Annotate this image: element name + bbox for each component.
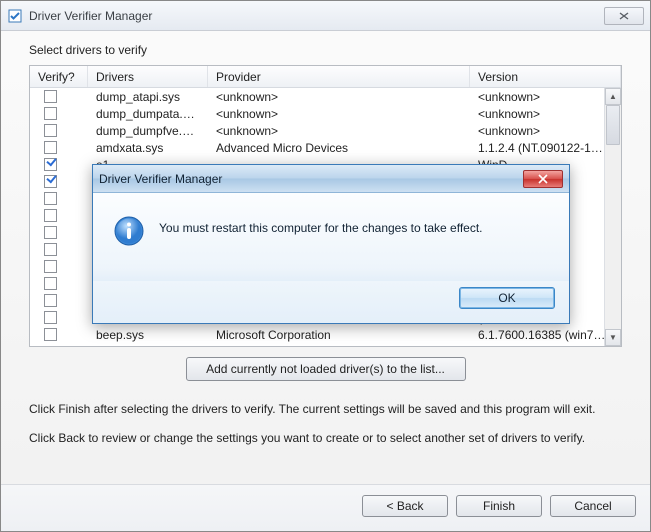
header-drivers[interactable]: Drivers — [88, 66, 208, 87]
scroll-up-button[interactable]: ▲ — [605, 88, 621, 105]
table-row[interactable]: dump_dumpfve.sys<unknown><unknown> — [30, 122, 621, 139]
verify-checkbox[interactable] — [44, 226, 57, 239]
verify-checkbox[interactable] — [44, 90, 57, 103]
dialog-close-button[interactable] — [523, 170, 563, 188]
verify-checkbox[interactable] — [44, 175, 57, 188]
verify-checkbox[interactable] — [44, 328, 57, 341]
close-icon — [617, 11, 631, 21]
header-provider[interactable]: Provider — [208, 66, 470, 87]
dialog-message: You must restart this computer for the c… — [159, 215, 483, 235]
cell-version: <unknown> — [470, 107, 621, 121]
close-icon — [537, 174, 549, 184]
ok-button[interactable]: OK — [459, 287, 555, 309]
restart-dialog: Driver Verifier Manager You must restart… — [92, 164, 570, 324]
cell-provider: Microsoft Corporation — [208, 328, 470, 342]
add-drivers-button[interactable]: Add currently not loaded driver(s) to th… — [186, 357, 466, 381]
dialog-title: Driver Verifier Manager — [99, 172, 222, 186]
vertical-scrollbar[interactable]: ▲ ▼ — [604, 88, 621, 346]
verify-checkbox[interactable] — [44, 192, 57, 205]
cell-version: <unknown> — [470, 124, 621, 138]
verify-checkbox[interactable] — [44, 209, 57, 222]
cell-provider: <unknown> — [208, 107, 470, 121]
cell-version: 1.1.2.4 (NT.090122-1… — [470, 141, 621, 155]
info-icon — [113, 215, 145, 247]
cell-driver: amdxata.sys — [88, 141, 208, 155]
app-icon — [7, 8, 23, 24]
cell-driver: beep.sys — [88, 328, 208, 342]
verify-checkbox[interactable] — [44, 107, 57, 120]
info-text-finish: Click Finish after selecting the drivers… — [29, 401, 622, 418]
window-close-button[interactable] — [604, 7, 644, 25]
select-drivers-label: Select drivers to verify — [29, 43, 622, 57]
cell-driver: dump_atapi.sys — [88, 90, 208, 104]
verify-checkbox[interactable] — [44, 158, 57, 171]
table-row[interactable]: beep.sysMicrosoft Corporation6.1.7600.16… — [30, 326, 621, 343]
cell-version: 6.1.7600.16385 (win7… — [470, 328, 621, 342]
cell-driver: dump_dumpata.sys — [88, 107, 208, 121]
verify-checkbox[interactable] — [44, 311, 57, 324]
cell-provider: Advanced Micro Devices — [208, 141, 470, 155]
cancel-button[interactable]: Cancel — [550, 495, 636, 517]
table-row[interactable]: dump_dumpata.sys<unknown><unknown> — [30, 105, 621, 122]
verify-checkbox[interactable] — [44, 260, 57, 273]
back-button[interactable]: < Back — [362, 495, 448, 517]
verify-checkbox[interactable] — [44, 243, 57, 256]
cell-provider: <unknown> — [208, 90, 470, 104]
cell-provider: <unknown> — [208, 124, 470, 138]
finish-button[interactable]: Finish — [456, 495, 542, 517]
scroll-down-button[interactable]: ▼ — [605, 329, 621, 346]
table-header: Verify? Drivers Provider Version — [30, 66, 621, 88]
table-row[interactable]: amdxata.sysAdvanced Micro Devices1.1.2.4… — [30, 139, 621, 156]
table-row[interactable]: dump_atapi.sys<unknown><unknown> — [30, 88, 621, 105]
verify-checkbox[interactable] — [44, 124, 57, 137]
info-text-back: Click Back to review or change the setti… — [29, 430, 622, 447]
titlebar[interactable]: Driver Verifier Manager — [1, 1, 650, 31]
verify-checkbox[interactable] — [44, 141, 57, 154]
verify-checkbox[interactable] — [44, 277, 57, 290]
scroll-track[interactable] — [605, 105, 621, 329]
header-version[interactable]: Version — [470, 66, 621, 87]
wizard-footer: < Back Finish Cancel — [1, 484, 650, 531]
dialog-titlebar[interactable]: Driver Verifier Manager — [93, 165, 569, 193]
window-title: Driver Verifier Manager — [29, 9, 152, 23]
header-verify[interactable]: Verify? — [30, 66, 88, 87]
cell-driver: dump_dumpfve.sys — [88, 124, 208, 138]
cell-version: <unknown> — [470, 90, 621, 104]
scroll-thumb[interactable] — [606, 105, 620, 145]
verify-checkbox[interactable] — [44, 294, 57, 307]
